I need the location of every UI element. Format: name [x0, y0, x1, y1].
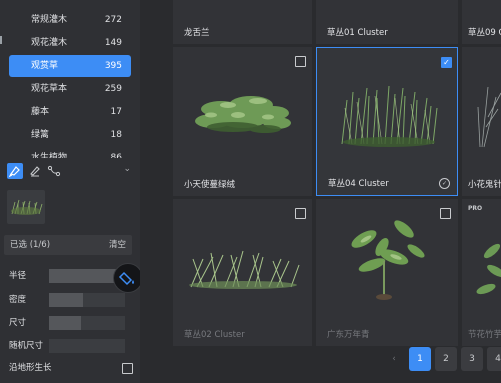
path-icon[interactable] [46, 163, 62, 179]
asset-card[interactable]: 草丛01 Cluster [316, 0, 458, 44]
selected-count: 已选 (1/6) [10, 240, 51, 250]
plant-preview [341, 85, 438, 147]
param-label: 随机尺寸 [9, 341, 44, 351]
scroll-tick [0, 36, 2, 44]
along-terrain-checkbox[interactable] [122, 363, 133, 374]
param-label: 密度 [9, 295, 27, 305]
asset-label: 小花鬼针 [468, 180, 501, 190]
category-name: 藤本 [31, 107, 50, 117]
app-window: 常规灌木 272 观花灌木 149 观赏草 395 观花草本 259 藤本 17… [0, 0, 501, 383]
category-name: 水生植物 [31, 153, 68, 158]
density-slider[interactable] [49, 293, 125, 307]
plant-preview [351, 220, 425, 300]
brush-toolbar: ⌄ [0, 161, 140, 181]
asset-card[interactable]: PRO 节花竹芋 [462, 199, 501, 346]
asset-label: 草丛01 Cluster [327, 28, 388, 38]
category-name: 绿篱 [31, 130, 50, 140]
divider-strip [140, 0, 170, 383]
page-button-2[interactable]: 2 [435, 347, 457, 371]
category-count: 395 [104, 61, 122, 71]
category-count: 149 [104, 38, 122, 48]
page-button-4[interactable]: 4 [487, 347, 501, 371]
category-item-hedges[interactable]: 绿篱 18 [9, 124, 131, 146]
plant-preview [477, 86, 501, 148]
category-name: 观花草本 [31, 84, 68, 94]
along-terrain-label: 沿地形生长 [9, 363, 52, 373]
random-size-slider[interactable] [49, 339, 125, 353]
category-count: 259 [104, 84, 122, 94]
category-item-flowering-herbs[interactable]: 观花草本 259 [9, 78, 131, 100]
asset-label: 广东万年青 [327, 330, 370, 340]
asset-card[interactable]: 小花鬼针 [462, 47, 501, 196]
chevron-down-icon[interactable]: ⌄ [123, 164, 131, 174]
category-name: 常规灌木 [31, 15, 68, 25]
plant-preview [476, 243, 501, 295]
asset-card[interactable]: 草丛09 C [462, 0, 501, 44]
param-label: 半径 [9, 271, 27, 281]
asset-card[interactable]: 龙舌兰 [173, 0, 312, 44]
category-name: 观赏草 [31, 61, 59, 71]
category-count: 272 [104, 15, 122, 25]
clear-button[interactable]: 清空 [109, 235, 126, 255]
prev-page-button[interactable]: ‹ [383, 347, 405, 371]
asset-label: 草丛04 Cluster [328, 179, 389, 189]
category-item-vines[interactable]: 藤本 17 [9, 101, 131, 123]
category-item-shrubs[interactable]: 常规灌木 272 [9, 9, 131, 31]
category-item-flowering-shrubs[interactable]: 观花灌木 149 [9, 32, 131, 54]
category-count: 86 [110, 153, 122, 158]
category-count: 18 [110, 130, 122, 140]
slider-fill [49, 269, 122, 283]
sidebar: 常规灌木 272 观花灌木 149 观赏草 395 观花草本 259 藤本 17… [0, 0, 143, 383]
selected-asset-thumbnail[interactable] [7, 190, 45, 224]
paint-brush-icon[interactable] [7, 163, 23, 179]
slider-fill [49, 293, 84, 307]
category-list: 常规灌木 272 观花灌木 149 观赏草 395 观花草本 259 藤本 17… [0, 0, 140, 158]
asset-card[interactable]: 草丛02 Cluster [173, 199, 312, 346]
asset-card[interactable]: 广东万年青 [316, 199, 458, 346]
asset-label: 龙舌兰 [184, 28, 210, 38]
plant-preview [195, 96, 291, 133]
eraser-icon[interactable] [27, 163, 43, 179]
size-slider[interactable] [49, 316, 125, 330]
slider-fill [49, 316, 81, 330]
asset-label: 小天使蔓绿绒 [184, 180, 236, 190]
asset-card-selected[interactable]: ✓ 草丛04 Cluster ✓ [316, 47, 458, 196]
downloaded-icon: ✓ [439, 178, 450, 189]
param-size: 尺寸 [9, 316, 139, 330]
param-label: 尺寸 [9, 318, 27, 328]
asset-card[interactable]: 小天使蔓绿绒 [173, 47, 312, 196]
plant-preview [189, 250, 300, 289]
page-button-1[interactable]: 1 [409, 347, 431, 371]
category-count: 17 [110, 107, 122, 117]
paint-bucket-icon[interactable] [113, 263, 143, 293]
category-item-aquatic[interactable]: 水生植物 86 [9, 147, 131, 158]
page-button-3[interactable]: 3 [461, 347, 483, 371]
param-density: 密度 [9, 293, 139, 307]
asset-grid: 龙舌兰 草丛01 Cluster 草丛09 C 小天使蔓绿绒 ✓ 草丛04 Cl… [170, 0, 501, 383]
asset-label: 节花竹芋 [468, 330, 501, 340]
asset-label: 草丛09 C [468, 28, 501, 38]
selection-summary: 已选 (1/6) 清空 [4, 235, 132, 255]
category-item-ornamental-grass[interactable]: 观赏草 395 [9, 55, 131, 77]
category-name: 观花灌木 [31, 38, 68, 48]
along-terrain-row: 沿地形生长 [9, 362, 133, 374]
asset-label: 草丛02 Cluster [184, 330, 245, 340]
param-random-size: 随机尺寸 [9, 339, 139, 353]
